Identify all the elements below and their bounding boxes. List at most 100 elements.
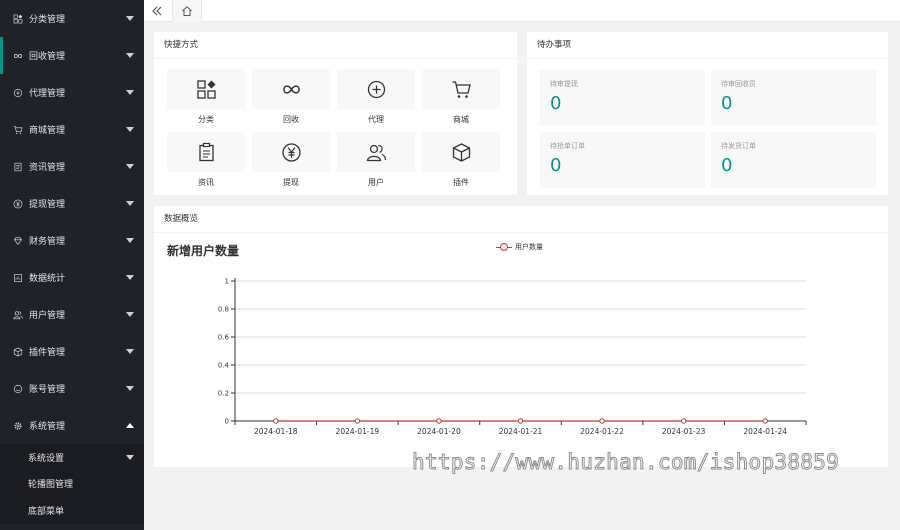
sidebar-item-plus-circle[interactable]: 代理管理: [0, 74, 144, 111]
todo-label: 待发货订单: [721, 142, 756, 150]
yen-icon-wrap: [12, 198, 24, 210]
quick-label: 代理: [368, 115, 384, 124]
clipboard-icon: [198, 142, 214, 161]
sidebar-item-yen[interactable]: 提现管理: [0, 185, 144, 222]
sidebar-item-diamond[interactable]: 财务管理: [0, 222, 144, 259]
sidebar-subitem[interactable]: 底部菜单: [0, 497, 144, 524]
quick-icon-box: [252, 132, 330, 172]
collapse-sidebar-button[interactable]: [144, 0, 170, 22]
chevron-down-icon: [126, 127, 134, 132]
overview-card: 数据概览 新增用户数量 用户数量 0 0.2 0.4 0.6 0.8 1 2024-01-1…: [154, 206, 888, 467]
cart-icon-wrap: [12, 124, 24, 136]
chevron-down-icon: [126, 349, 134, 354]
sidebar-item-gear[interactable]: 系统管理: [0, 407, 144, 444]
sidebar-item-label: 账号管理: [29, 385, 66, 395]
chevron-down-icon: [126, 312, 134, 317]
y-tick-label: 0.6: [218, 334, 230, 342]
sidebar-item-label: 用户管理: [29, 311, 66, 321]
data-point: [680, 418, 687, 424]
quick-label: 提现: [283, 178, 299, 187]
sidebar: 分类管理回收管理 代理管理商城管理资讯管理提现管理财务管理数据统计用户管理插件管理…: [0, 0, 144, 530]
x-tick-label: 2024-01-21: [499, 427, 543, 436]
category-icon-wrap: [12, 13, 24, 25]
todo-item[interactable]: 待审回收员 0: [711, 70, 876, 126]
users-icon-wrap: [12, 309, 24, 321]
todo-label: 待审提现: [550, 80, 578, 88]
sidebar-subitem-label: 轮播图管理: [28, 480, 74, 491]
box-icon-wrap: [12, 346, 24, 358]
sidebar-item-infinity[interactable]: 回收管理: [0, 37, 144, 74]
quick-label: 用户: [368, 178, 384, 187]
chevron-down-icon: [126, 455, 134, 460]
todo-label: 待审回收员: [721, 80, 756, 88]
sidebar-item-label: 财务管理: [29, 237, 66, 247]
x-tick-label: 2024-01-19: [336, 427, 380, 436]
yen-icon: [13, 199, 23, 208]
quick-box[interactable]: 插件: [422, 132, 500, 194]
quick-yen[interactable]: 提现: [252, 132, 330, 194]
todo-item[interactable]: 待抢单订单 0: [540, 132, 705, 188]
plus-circle-icon: [13, 88, 23, 97]
sidebar-item-cart[interactable]: 商城管理: [0, 111, 144, 148]
y-tick-label: 0.4: [218, 362, 230, 370]
x-tick-label: 2024-01-23: [662, 427, 706, 436]
diamond-icon: [14, 236, 22, 245]
sidebar-item-label: 提现管理: [29, 200, 66, 210]
todo-card: 待办事项 待审提现 0 待审回收员 0 待抢单订单 0 待发货订单 0: [527, 32, 888, 195]
chart-title: 新增用户数量: [167, 244, 240, 258]
sidebar-item-chart[interactable]: 数据统计: [0, 259, 144, 296]
box-icon: [13, 347, 23, 356]
sidebar-item-label: 插件管理: [29, 348, 66, 358]
todo-item[interactable]: 待发货订单 0: [711, 132, 876, 188]
quick-label: 分类: [198, 115, 214, 124]
sidebar-submenu: 系统设置轮播图管理底部菜单: [0, 444, 144, 524]
sidebar-item-label: 资讯管理: [29, 163, 66, 173]
quick-clipboard[interactable]: 资讯: [167, 132, 245, 194]
gear-icon-wrap: [12, 420, 24, 432]
cart-icon: [13, 125, 23, 134]
sidebar-item-label: 分类管理: [29, 15, 66, 25]
category-icon: [196, 79, 216, 99]
chevron-down-icon: [126, 275, 134, 280]
quick-cart[interactable]: 商城: [422, 69, 500, 131]
overview-title: 数据概览: [154, 206, 888, 233]
todo-count: 0: [721, 155, 733, 176]
x-tick-label: 2024-01-18: [254, 427, 298, 436]
todo-label: 待抢单订单: [550, 142, 585, 150]
sidebar-subitem[interactable]: 系统设置: [0, 444, 144, 471]
legend-marker: [496, 242, 512, 251]
todo-item[interactable]: 待审提现 0: [540, 70, 705, 126]
y-tick-label: 0.2: [218, 390, 229, 398]
chevron-down-icon: [126, 90, 134, 95]
todo-grid: 待审提现 0 待审回收员 0 待抢单订单 0 待发货订单 0: [540, 70, 876, 188]
document-icon-wrap: [12, 161, 24, 173]
chart-legend[interactable]: 用户数量: [496, 242, 543, 252]
category-icon: [13, 14, 23, 23]
home-tab[interactable]: [172, 0, 202, 22]
sidebar-item-label: 数据统计: [29, 274, 66, 284]
chevron-up-icon: [126, 423, 134, 428]
sidebar-item-category[interactable]: 分类管理: [0, 0, 144, 37]
x-tick-label: 2024-01-24: [743, 427, 787, 436]
sidebar-item-users[interactable]: 用户管理: [0, 296, 144, 333]
legend-label: 用户数量: [515, 243, 543, 251]
quick-infinity[interactable]: 回收: [252, 69, 330, 131]
sidebar-item-smile[interactable]: 账号管理: [0, 370, 144, 407]
sidebar-subitem[interactable]: 轮播图管理: [0, 471, 144, 498]
infinity-icon: [14, 53, 22, 58]
smile-icon: [13, 384, 23, 393]
quick-category[interactable]: 分类: [167, 69, 245, 131]
sidebar-item-box[interactable]: 插件管理: [0, 333, 144, 370]
data-point: [436, 418, 442, 424]
chevron-down-icon: [126, 53, 134, 58]
quick-label: 插件: [453, 178, 469, 187]
topbar: [144, 0, 900, 22]
quick-users[interactable]: 用户: [337, 132, 415, 194]
quick-plus-circle[interactable]: 代理: [337, 69, 415, 131]
document-icon: [14, 162, 22, 171]
chevron-down-icon: [126, 16, 134, 21]
sidebar-item-label: 商城管理: [29, 126, 66, 136]
data-point: [273, 418, 279, 424]
sidebar-item-document[interactable]: 资讯管理: [0, 148, 144, 185]
yen-icon: [281, 142, 301, 162]
